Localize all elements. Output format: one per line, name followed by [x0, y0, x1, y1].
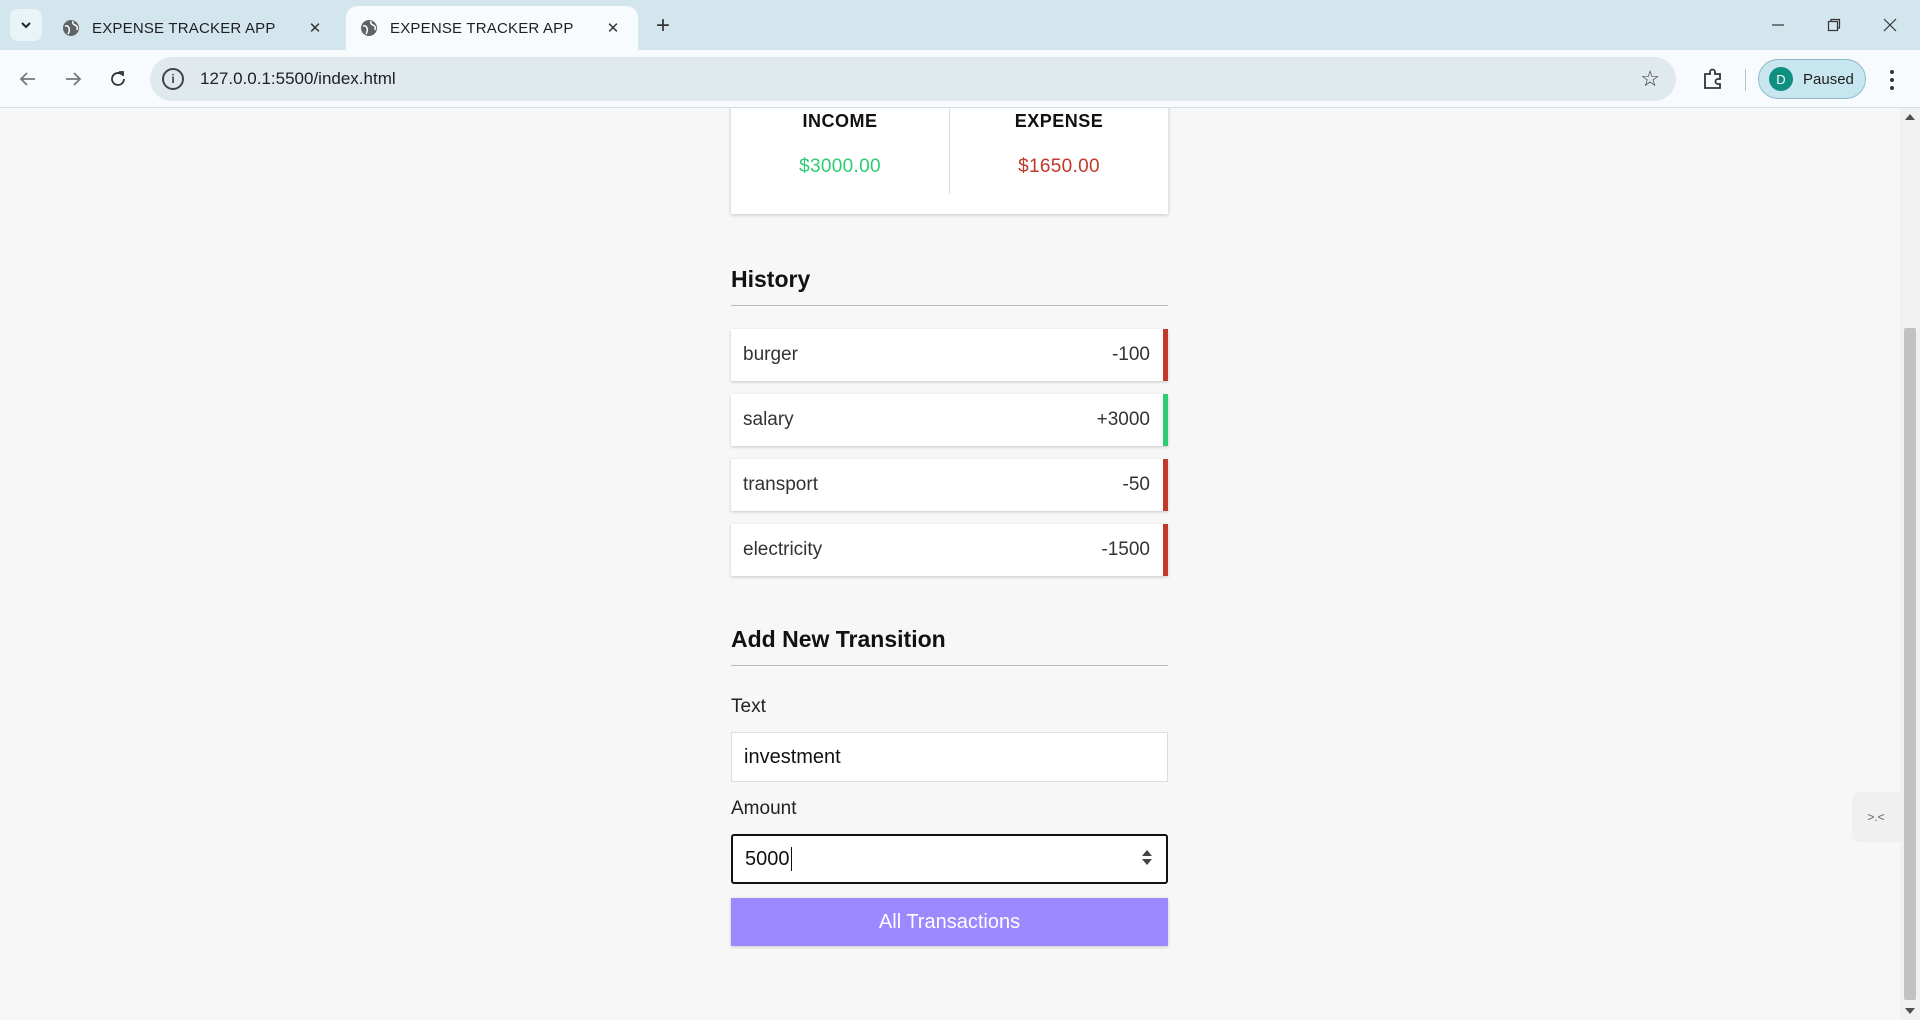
submit-transaction-button[interactable]: All Transactions: [731, 898, 1168, 946]
browser-toolbar: i 127.0.0.1:5500/index.html ☆ D Paused: [0, 50, 1920, 108]
tab-title: EXPENSE TRACKER APP: [390, 19, 574, 37]
text-caret: [790, 847, 792, 871]
profile-status: Paused: [1803, 70, 1854, 88]
back-button[interactable]: [10, 61, 46, 97]
site-info-icon[interactable]: i: [162, 68, 184, 90]
transaction-list: burger -100 salary +3000 transport -50 e…: [731, 329, 1168, 589]
chevron-down-icon: [21, 22, 31, 29]
arrow-left-icon: [19, 72, 35, 86]
transaction-amount: -100: [1111, 344, 1150, 365]
minimize-icon: [1772, 24, 1784, 26]
income-label: INCOME: [802, 111, 878, 131]
kebab-menu-icon[interactable]: [1878, 66, 1906, 94]
transaction-amount: -50: [1122, 474, 1150, 495]
arrow-right-icon: [66, 72, 82, 86]
globe-icon: [63, 20, 79, 36]
side-panel-toggle-icon[interactable]: >.<: [1852, 792, 1900, 842]
scroll-down-icon[interactable]: [1905, 1008, 1915, 1014]
amount-input-value: 5000: [745, 847, 790, 870]
bookmark-star-icon[interactable]: ☆: [1640, 66, 1660, 92]
transaction-text: salary: [743, 409, 794, 430]
transaction-text: transport: [743, 474, 818, 495]
tab-expense-tracker-2[interactable]: EXPENSE TRACKER APP ✕: [346, 6, 638, 50]
minus-indicator: [1163, 524, 1168, 576]
expense-amount: $1650.00: [1018, 156, 1100, 177]
number-stepper[interactable]: [1142, 850, 1152, 865]
transaction-text: electricity: [743, 539, 823, 560]
expense-label: EXPENSE: [1014, 111, 1104, 131]
minus-indicator: [1163, 459, 1168, 511]
expense-column: EXPENSE $1650.00: [950, 108, 1168, 194]
amount-input[interactable]: 5000: [731, 834, 1168, 884]
text-input-value: investment: [744, 745, 841, 768]
transaction-amount: +3000: [1096, 409, 1150, 430]
transaction-item[interactable]: transport -50: [731, 459, 1168, 511]
close-tab-icon[interactable]: ✕: [304, 17, 326, 39]
amount-field-label: Amount: [731, 798, 797, 819]
toolbar-separator: [1745, 69, 1746, 91]
reload-icon: [111, 71, 125, 86]
plus-indicator: [1163, 394, 1168, 446]
stepper-down-icon[interactable]: [1142, 859, 1152, 865]
new-tab-button[interactable]: +: [650, 12, 676, 39]
transaction-item[interactable]: electricity -1500: [731, 524, 1168, 576]
reload-button[interactable]: [100, 61, 136, 97]
tab-title: EXPENSE TRACKER APP: [92, 19, 276, 37]
tab-search-button[interactable]: [10, 9, 42, 41]
address-bar[interactable]: i 127.0.0.1:5500/index.html ☆: [150, 57, 1676, 101]
page-scrollbar[interactable]: [1900, 108, 1920, 1020]
income-amount: $3000.00: [799, 156, 881, 177]
forward-button[interactable]: [55, 61, 91, 97]
globe-icon: [361, 20, 377, 36]
profile-button[interactable]: D Paused: [1758, 59, 1866, 99]
text-field-label: Text: [731, 696, 766, 717]
transaction-text: burger: [743, 344, 798, 365]
close-tab-icon[interactable]: ✕: [602, 17, 624, 39]
url-text: 127.0.0.1:5500/index.html: [200, 69, 396, 88]
tab-strip: EXPENSE TRACKER APP ✕ EXPENSE TRACKER AP…: [0, 0, 1920, 50]
avatar: D: [1769, 67, 1793, 91]
close-icon: [1883, 18, 1897, 32]
stepper-up-icon[interactable]: [1142, 850, 1152, 856]
close-window-button[interactable]: [1862, 0, 1918, 50]
minus-indicator: [1163, 329, 1168, 381]
scroll-up-icon[interactable]: [1905, 114, 1915, 120]
restore-button[interactable]: [1806, 0, 1862, 50]
extensions-puzzle-icon[interactable]: [1700, 66, 1726, 92]
tab-expense-tracker-1[interactable]: EXPENSE TRACKER APP ✕: [48, 6, 340, 50]
transaction-item[interactable]: salary +3000: [731, 394, 1168, 446]
transaction-item[interactable]: burger -100: [731, 329, 1168, 381]
minimize-button[interactable]: [1750, 0, 1806, 50]
transaction-amount: -1500: [1101, 539, 1150, 560]
restore-icon: [1827, 18, 1841, 32]
history-heading: History: [731, 266, 1168, 306]
text-input[interactable]: investment: [731, 732, 1168, 782]
page-viewport: INCOME $3000.00 EXPENSE $1650.00 History…: [0, 108, 1900, 1020]
add-transaction-heading: Add New Transition: [731, 626, 1168, 666]
scrollbar-thumb[interactable]: [1904, 328, 1916, 1000]
income-column: INCOME $3000.00: [731, 108, 950, 194]
income-expense-card: INCOME $3000.00 EXPENSE $1650.00: [731, 108, 1168, 214]
